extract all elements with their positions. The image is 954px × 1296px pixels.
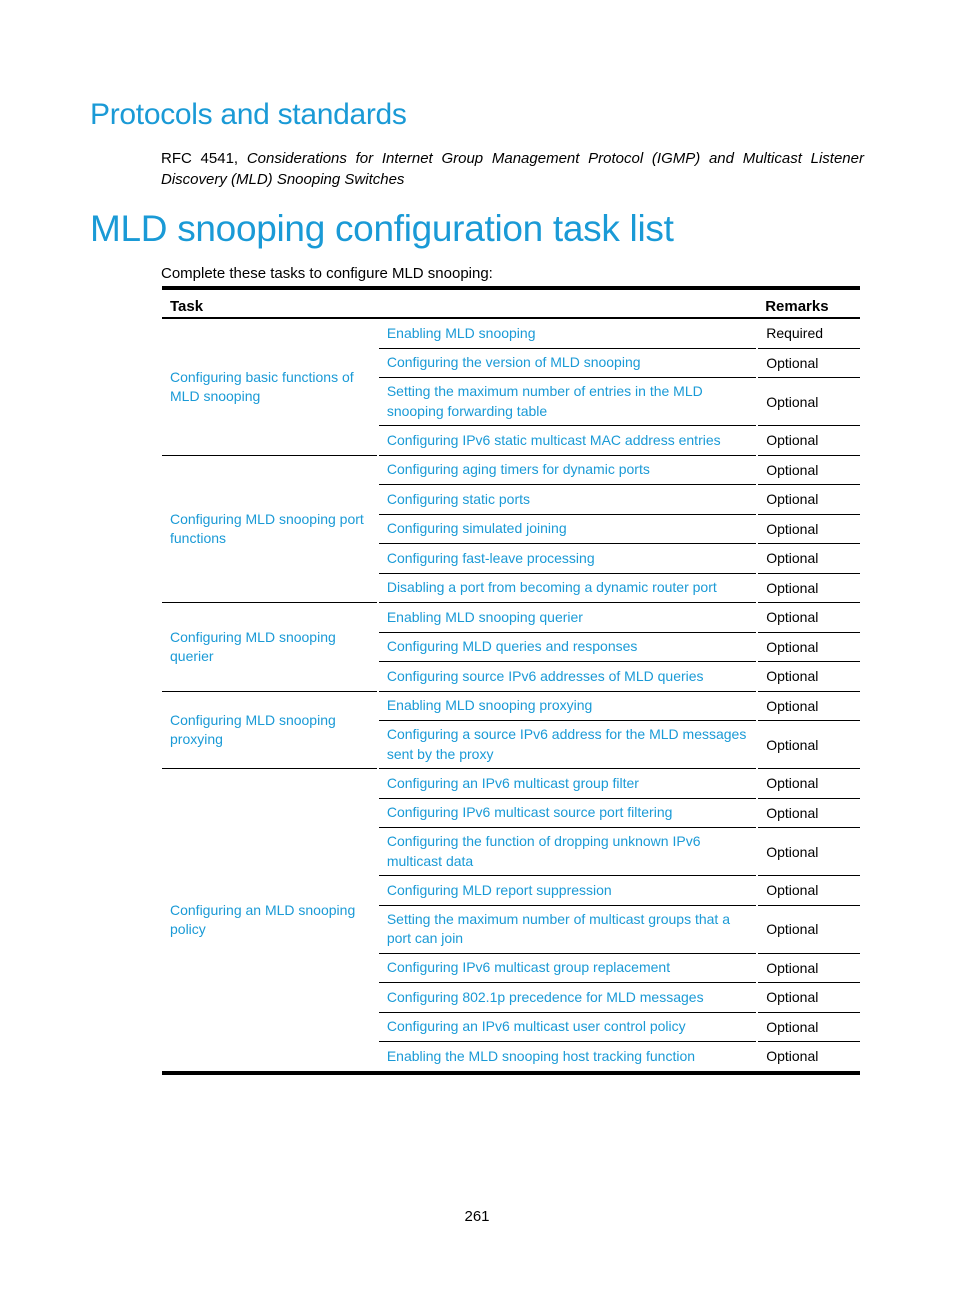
task-group-link[interactable]: Configuring MLD snooping proxying [162,691,379,769]
task-link[interactable]: Disabling a port from becoming a dynamic… [377,573,759,603]
task-remark: Optional [757,875,860,906]
table-body: Configuring basic functions of MLD snoop… [162,318,860,1075]
task-link[interactable]: Configuring aging timers for dynamic por… [377,455,759,485]
task-link[interactable]: Configuring MLD queries and responses [377,632,759,662]
task-remark: Optional [757,455,860,485]
task-remark: Optional [757,953,860,983]
table-row: Configuring an MLD snooping policy Config… [162,768,860,1075]
rfc-title: Considerations for Internet Group Manage… [161,150,864,188]
task-remark: Optional [757,377,860,426]
task-link[interactable]: Configuring fast-leave processing [377,543,759,574]
page-number: 261 [464,1208,490,1225]
task-remark: Optional [757,661,860,692]
task-link[interactable]: Configuring the function of dropping unk… [377,827,759,876]
task-link[interactable]: Setting the maximum number of multicast … [377,905,759,954]
task-remark: Optional [757,827,860,876]
task-group-link[interactable]: Configuring basic functions of MLD snoop… [162,318,379,456]
table-row: Configuring MLD snooping proxying Enablin… [162,691,860,769]
task-group-link[interactable]: Configuring an MLD snooping policy [162,768,379,1075]
rfc-reference: RFC 4541, Considerations for Internet Gr… [161,148,864,190]
task-link[interactable]: Configuring an IPv6 multicast group filt… [377,768,759,799]
task-remark: Optional [757,602,860,633]
task-table: Task Remarks Configuring basic functions… [162,286,860,1075]
task-link[interactable]: Configuring source IPv6 addresses of MLD… [377,661,759,692]
section-heading-protocols: Protocols and standards [90,98,407,131]
rfc-number: RFC 4541, [161,150,247,167]
task-remark: Optional [757,1041,860,1075]
task-link[interactable]: Configuring IPv6 multicast source port f… [377,798,759,828]
task-remark: Optional [757,543,860,574]
task-remark: Required [757,318,860,349]
task-remark: Optional [757,691,860,721]
task-link[interactable]: Configuring an IPv6 multicast user contr… [377,1012,759,1042]
task-remark: Optional [757,484,860,515]
task-remark: Optional [757,632,860,662]
table-row: Configuring basic functions of MLD snoop… [162,318,860,456]
task-remark: Optional [757,1012,860,1042]
task-remark: Optional [757,573,860,603]
table-row: Configuring MLD snooping querier Enabling… [162,602,860,692]
task-link[interactable]: Configuring IPv6 static multicast MAC ad… [377,425,759,456]
task-group-link[interactable]: Configuring MLD snooping querier [162,602,379,692]
task-remark: Optional [757,905,860,954]
task-remark: Optional [757,425,860,456]
header-remarks: Remarks [757,286,860,319]
task-link[interactable]: Configuring simulated joining [377,514,759,544]
header-task: Task [162,286,758,319]
task-remark: Optional [757,768,860,799]
task-link[interactable]: Configuring a source IPv6 address for th… [377,720,759,769]
table-row: Configuring MLD snooping port functions C… [162,455,860,603]
task-remark: Optional [757,982,860,1013]
task-link[interactable]: Configuring 802.1p precedence for MLD me… [377,982,759,1013]
section-heading-task-list: MLD snooping configuration task list [90,208,674,249]
task-link[interactable]: Enabling MLD snooping [377,318,759,349]
task-remark: Optional [757,348,860,378]
task-group-link[interactable]: Configuring MLD snooping port functions [162,455,379,603]
table-header-row: Task Remarks [162,286,860,319]
task-remark: Optional [757,514,860,544]
task-remark: Optional [757,720,860,769]
task-link[interactable]: Configuring the version of MLD snooping [377,348,759,378]
intro-text: Complete these tasks to configure MLD sn… [161,265,493,282]
task-link[interactable]: Enabling the MLD snooping host tracking … [377,1041,759,1075]
task-link[interactable]: Configuring MLD report suppression [377,875,759,906]
task-remark: Optional [757,798,860,828]
task-link[interactable]: Configuring static ports [377,484,759,515]
task-link[interactable]: Setting the maximum number of entries in… [377,377,759,426]
task-link[interactable]: Enabling MLD snooping querier [377,602,759,633]
task-link[interactable]: Configuring IPv6 multicast group replace… [377,953,759,983]
task-link[interactable]: Enabling MLD snooping proxying [377,691,759,721]
